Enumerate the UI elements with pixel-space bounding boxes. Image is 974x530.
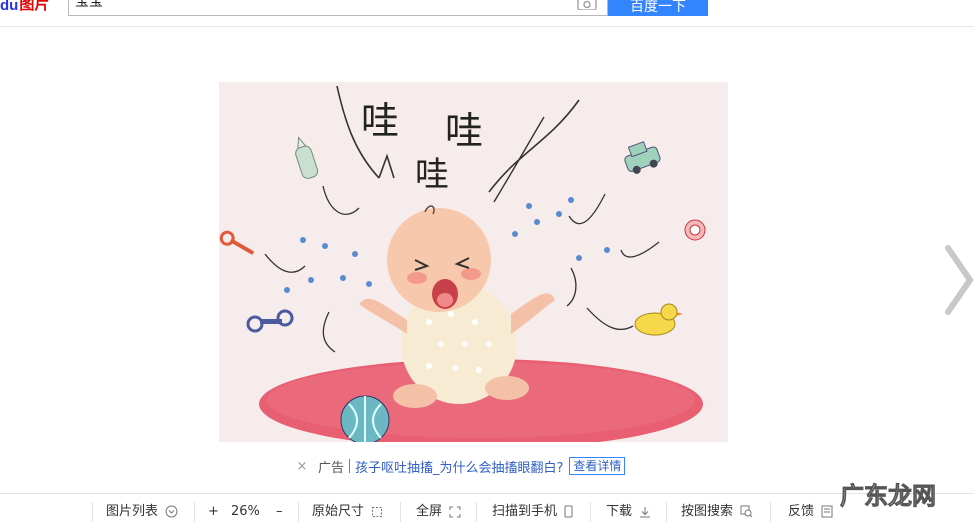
- image-list-label: 图片列表: [106, 504, 159, 519]
- zoom-in-button[interactable]: +: [208, 494, 219, 522]
- download-label: 下载: [606, 504, 633, 519]
- image-list-button[interactable]: 图片列表: [106, 494, 178, 522]
- camera-icon[interactable]: [577, 0, 597, 10]
- cry-text-2: 哇: [445, 109, 483, 153]
- search-by-image-button[interactable]: 按图搜索: [681, 494, 753, 522]
- original-size-icon: [372, 506, 383, 517]
- top-bar: du 图片 百度一下: [0, 0, 974, 27]
- logo-du: du: [0, 0, 19, 14]
- toolbar-divider: [770, 502, 771, 522]
- next-image-arrow-icon[interactable]: [940, 240, 974, 320]
- cry-text-3: 哇: [415, 155, 449, 195]
- toolbar-divider: [590, 502, 591, 522]
- ad-detail-button[interactable]: 查看详情: [569, 457, 626, 475]
- toolbar-divider: [194, 502, 195, 522]
- ad-close-icon[interactable]: ×: [294, 459, 310, 474]
- feedback-button[interactable]: 反馈: [788, 494, 834, 522]
- image-search-icon: [740, 505, 753, 518]
- ad-tag: 广告: [318, 460, 345, 476]
- toolbar-divider: [400, 502, 401, 522]
- search-button[interactable]: 百度一下: [608, 0, 708, 16]
- search-by-image-label: 按图搜索: [681, 504, 734, 519]
- baidu-image-logo[interactable]: du 图片: [0, 0, 49, 14]
- watermark-text: 广东龙网: [840, 482, 936, 510]
- ad-banner: × 广告 孩子呕吐抽搐_为什么会抽搐眼翻白? 查看详情: [294, 455, 626, 477]
- toolbar-divider: [92, 502, 93, 522]
- fullscreen-button[interactable]: 全屏: [416, 494, 461, 522]
- search-input[interactable]: [75, 0, 555, 10]
- main-image[interactable]: 哇 哇 哇: [219, 82, 728, 442]
- original-size-label: 原始尺寸: [312, 504, 365, 519]
- baby-crying-illustration: 哇 哇 哇: [219, 85, 706, 442]
- original-size-button[interactable]: 原始尺寸: [312, 494, 383, 522]
- scan-to-phone-button[interactable]: 扫描到手机: [492, 494, 573, 522]
- site-watermark: 广东龙网: [840, 482, 937, 511]
- phone-icon: [564, 505, 573, 518]
- fullscreen-icon: [449, 506, 461, 517]
- bottom-toolbar: 图片列表 + 26% – 原始尺寸 全屏 扫描到手机 下载 按图搜索 反馈: [0, 493, 974, 522]
- ad-link[interactable]: 孩子呕吐抽搐_为什么会抽搐眼翻白?: [355, 457, 563, 476]
- logo-text: 图片: [19, 0, 50, 13]
- ad-divider: [349, 459, 351, 473]
- cry-text-1: 哇: [361, 99, 399, 143]
- zoom-out-button[interactable]: –: [276, 494, 283, 522]
- toolbar-divider: [666, 502, 667, 522]
- toolbar-divider: [298, 502, 299, 522]
- download-button[interactable]: 下载: [606, 494, 651, 522]
- search-box: [68, 0, 608, 16]
- zoom-level: 26%: [231, 504, 260, 519]
- feedback-icon: [821, 505, 833, 518]
- feedback-label: 反馈: [788, 504, 815, 519]
- scan-to-phone-label: 扫描到手机: [492, 504, 558, 519]
- toolbar-divider: [476, 502, 477, 522]
- fullscreen-label: 全屏: [416, 504, 443, 519]
- chevron-down-circle-icon: [165, 505, 178, 518]
- download-icon: [640, 506, 651, 517]
